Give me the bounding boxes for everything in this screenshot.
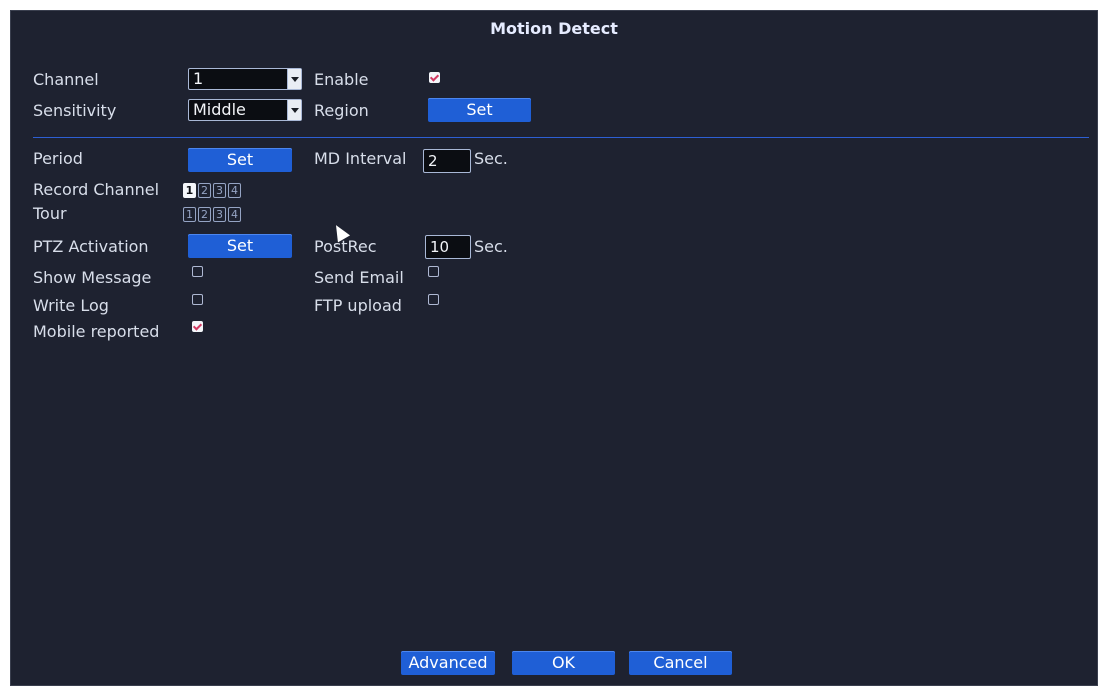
send-email-label: Send Email xyxy=(314,268,404,287)
chevron-down-icon[interactable] xyxy=(287,100,301,120)
write-log-checkbox[interactable] xyxy=(192,294,203,305)
md-interval-unit: Sec. xyxy=(474,149,508,168)
write-log-label: Write Log xyxy=(33,296,109,315)
record-channel-label: Record Channel xyxy=(33,180,160,199)
channel-label: Channel xyxy=(33,70,99,89)
md-interval-input[interactable]: 2 xyxy=(423,149,471,173)
period-label: Period xyxy=(33,149,83,168)
show-message-checkbox[interactable] xyxy=(192,266,203,277)
record-channel-4[interactable]: 4 xyxy=(228,183,241,198)
channel-select[interactable]: 1 xyxy=(188,68,302,90)
sensitivity-value: Middle xyxy=(193,100,246,119)
postrec-label: PostRec xyxy=(314,237,377,256)
postrec-input[interactable]: 10 xyxy=(425,235,471,259)
ptz-set-button[interactable]: Set xyxy=(188,234,292,258)
record-channel-3[interactable]: 3 xyxy=(213,183,226,198)
sensitivity-select[interactable]: Middle xyxy=(188,99,302,121)
mobile-reported-checkbox[interactable] xyxy=(192,321,203,332)
ok-button[interactable]: OK xyxy=(512,651,615,675)
window-title: Motion Detect xyxy=(490,19,618,38)
md-interval-label: MD Interval xyxy=(314,149,407,168)
enable-checkbox[interactable] xyxy=(429,72,440,83)
show-message-label: Show Message xyxy=(33,268,152,287)
enable-label: Enable xyxy=(314,70,369,89)
region-label: Region xyxy=(314,101,369,120)
region-set-button[interactable]: Set xyxy=(428,98,531,122)
tour-channel-2[interactable]: 2 xyxy=(198,207,211,222)
ftp-upload-checkbox[interactable] xyxy=(428,294,439,305)
tour-channel-1[interactable]: 1 xyxy=(183,207,196,222)
cancel-button[interactable]: Cancel xyxy=(629,651,732,675)
ptz-activation-label: PTZ Activation xyxy=(33,237,149,256)
sensitivity-label: Sensitivity xyxy=(33,101,117,120)
ftp-upload-label: FTP upload xyxy=(314,296,402,315)
advanced-button[interactable]: Advanced xyxy=(401,651,495,675)
postrec-unit: Sec. xyxy=(474,237,508,256)
tour-channel-4[interactable]: 4 xyxy=(228,207,241,222)
tour-channel-3[interactable]: 3 xyxy=(213,207,226,222)
period-set-button[interactable]: Set xyxy=(188,148,292,172)
send-email-checkbox[interactable] xyxy=(428,266,439,277)
channel-value: 1 xyxy=(193,69,204,88)
chevron-down-icon[interactable] xyxy=(287,69,301,89)
section-divider xyxy=(33,137,1089,138)
motion-detect-window: Motion Detect Channel 1 Enable Sensitivi… xyxy=(10,10,1098,686)
record-channel-1[interactable]: 1 xyxy=(183,183,196,198)
record-channel-2[interactable]: 2 xyxy=(198,183,211,198)
mobile-reported-label: Mobile reported xyxy=(33,322,160,341)
tour-label: Tour xyxy=(33,204,67,223)
